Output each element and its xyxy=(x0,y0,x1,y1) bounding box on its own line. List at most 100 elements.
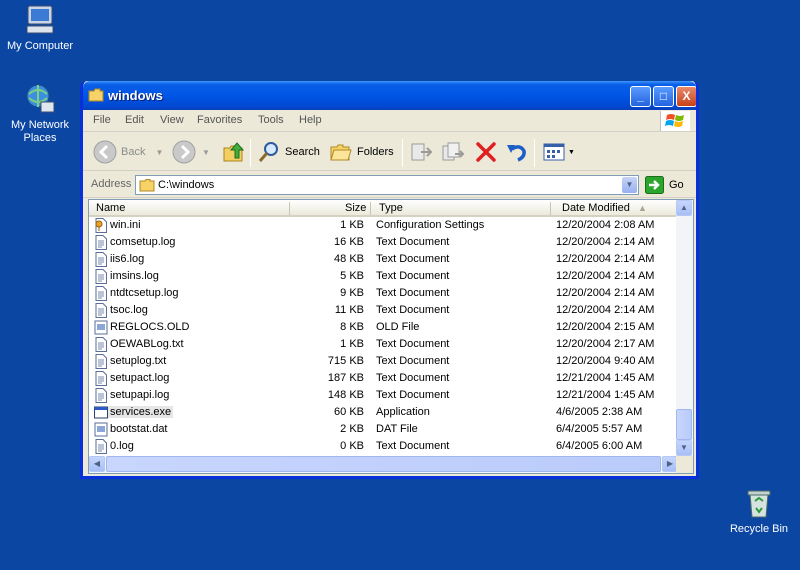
scroll-down-button[interactable]: ▼ xyxy=(676,440,692,456)
address-dropdown-chevron-icon[interactable]: ▼ xyxy=(622,177,637,193)
title-bar[interactable]: windows _ □ X xyxy=(83,81,696,110)
file-rows: win.ini 1 KB Configuration Settings 12/20/2… xyxy=(89,217,678,457)
text-document-icon xyxy=(94,337,108,352)
file-size: 187 KB xyxy=(327,372,364,384)
copy-to-button[interactable] xyxy=(441,139,465,165)
horizontal-scroll-thumb[interactable] xyxy=(106,456,661,472)
file-name: imsins.log xyxy=(110,270,159,282)
go-arrow-icon xyxy=(645,176,664,194)
text-document-icon xyxy=(94,235,108,250)
undo-button[interactable] xyxy=(505,139,529,165)
maximize-button[interactable]: □ xyxy=(653,86,674,107)
delete-button[interactable] xyxy=(474,139,498,165)
table-row[interactable]: setupapi.log 148 KB Text Document 12/21/200… xyxy=(89,387,678,404)
text-document-icon xyxy=(94,269,108,284)
file-date-modified: 6/4/2005 5:57 AM xyxy=(556,423,643,435)
application-icon xyxy=(94,405,108,420)
file-size: 148 KB xyxy=(327,389,364,401)
scrollbar-corner xyxy=(676,456,693,473)
menu-view[interactable]: View xyxy=(160,114,184,126)
table-row[interactable]: imsins.log 5 KB Text Document 12/20/2004 2:… xyxy=(89,268,678,285)
scroll-left-button[interactable]: ◀ xyxy=(89,456,105,472)
file-date-modified: 12/20/2004 2:14 AM xyxy=(556,253,655,265)
table-row[interactable]: comsetup.log 16 KB Text Document 12/20/2004… xyxy=(89,234,678,251)
menu-tools[interactable]: Tools xyxy=(258,114,284,126)
back-label: Back xyxy=(121,146,146,158)
file-size: 715 KB xyxy=(327,355,364,367)
toolbar-separator xyxy=(534,139,535,167)
network-places-icon xyxy=(26,84,55,113)
file-name: iis6.log xyxy=(110,253,145,265)
table-row[interactable]: services.exe 60 KB Application 4/6/2005 2:3… xyxy=(89,404,678,421)
file-date-modified: 12/20/2004 2:08 AM xyxy=(556,219,655,231)
table-row[interactable]: REGLOCS.OLD 8 KB OLD File 12/20/2004 2:15 A… xyxy=(89,319,678,336)
file-size: 9 KB xyxy=(340,287,364,299)
column-header-size[interactable]: Size xyxy=(345,202,366,217)
scroll-up-button[interactable]: ▲ xyxy=(676,200,692,216)
table-row[interactable]: setuplog.txt 715 KB Text Document 12/20/200… xyxy=(89,353,678,370)
address-input[interactable]: C:\windows ▼ xyxy=(135,175,639,195)
chevron-down-icon[interactable]: ▼ xyxy=(155,148,163,157)
table-row[interactable]: ntdtcsetup.log 9 KB Text Document 12/20/200… xyxy=(89,285,678,302)
windows-logo xyxy=(660,111,690,131)
back-button[interactable]: Back ▼ xyxy=(93,139,163,165)
column-resize-handle[interactable] xyxy=(370,202,371,215)
menu-file[interactable]: File xyxy=(93,114,111,126)
column-header-name[interactable]: Name xyxy=(96,202,125,217)
table-row[interactable]: OEWABLog.txt 1 KB Text Document 12/20/2004 … xyxy=(89,336,678,353)
table-row[interactable]: setupact.log 187 KB Text Document 12/21/200… xyxy=(89,370,678,387)
column-header-date-modified[interactable]: Date Modified xyxy=(562,202,630,217)
desktop-icon-network-places[interactable]: My Network Places xyxy=(0,82,80,145)
file-list-view: Name Size Type Date Modified ▲ win.ini 1 … xyxy=(88,199,694,474)
text-document-icon xyxy=(94,371,108,386)
file-name: services.exe xyxy=(108,406,174,418)
table-row[interactable]: iis6.log 48 KB Text Document 12/20/2004 2:1… xyxy=(89,251,678,268)
desktop-icon-recycle-bin[interactable]: Recycle Bin xyxy=(719,486,799,536)
menu-favorites[interactable]: Favorites xyxy=(197,114,242,126)
file-date-modified: 12/20/2004 2:14 AM xyxy=(556,270,655,282)
views-button[interactable]: ▼ xyxy=(542,139,575,165)
file-size: 0 KB xyxy=(340,440,364,452)
table-row[interactable]: tsoc.log 11 KB Text Document 12/20/2004 2:1… xyxy=(89,302,678,319)
forward-button[interactable]: ▼ xyxy=(172,139,210,165)
table-row[interactable]: 0.log 0 KB Text Document 6/4/2005 6:00 AM xyxy=(89,438,678,455)
file-type: Text Document xyxy=(376,287,450,299)
move-to-button[interactable] xyxy=(409,139,433,165)
text-document-icon xyxy=(94,303,108,318)
file-name: OEWABLog.txt xyxy=(110,338,184,350)
go-label: Go xyxy=(669,179,684,191)
file-type: Text Document xyxy=(376,304,450,316)
file-name: tsoc.log xyxy=(110,304,148,316)
menu-bar: File Edit View Favorites Tools Help xyxy=(83,110,696,132)
folders-icon xyxy=(330,144,352,161)
file-size: 5 KB xyxy=(340,270,364,282)
file-date-modified: 12/21/2004 1:45 AM xyxy=(556,389,655,401)
close-button[interactable]: X xyxy=(676,86,696,107)
vertical-scrollbar[interactable]: ▲ ▼ xyxy=(676,200,693,457)
desktop-icon-label: My Network Places xyxy=(10,119,70,144)
minimize-button[interactable]: _ xyxy=(630,86,651,107)
folders-button[interactable]: Folders xyxy=(329,139,394,165)
menu-help[interactable]: Help xyxy=(299,114,322,126)
chevron-down-icon[interactable]: ▼ xyxy=(568,149,575,156)
up-folder-button[interactable] xyxy=(222,139,246,165)
column-header-type[interactable]: Type xyxy=(379,202,403,217)
chevron-down-icon[interactable]: ▼ xyxy=(202,148,210,157)
windows-flag-icon xyxy=(665,114,684,127)
folder-icon xyxy=(88,88,104,102)
table-row[interactable]: bootstat.dat 2 KB DAT File 6/4/2005 5:57 AM xyxy=(89,421,678,438)
file-name: setupact.log xyxy=(110,372,170,384)
file-date-modified: 4/6/2005 2:38 AM xyxy=(556,406,643,418)
menu-edit[interactable]: Edit xyxy=(125,114,144,126)
file-date-modified: 12/20/2004 2:14 AM xyxy=(556,287,655,299)
file-type: Application xyxy=(376,406,430,418)
desktop-icon-my-computer[interactable]: My Computer xyxy=(0,3,80,53)
column-resize-handle[interactable] xyxy=(289,202,290,215)
column-resize-handle[interactable] xyxy=(550,202,551,215)
search-button[interactable]: Search xyxy=(257,139,320,165)
table-row[interactable]: win.ini 1 KB Configuration Settings 12/20/2… xyxy=(89,217,678,234)
vertical-scroll-thumb[interactable] xyxy=(676,409,692,440)
go-button[interactable]: Go xyxy=(645,176,684,194)
horizontal-scrollbar[interactable]: ◀ ▶ xyxy=(89,456,678,473)
file-name: ntdtcsetup.log xyxy=(110,287,179,299)
